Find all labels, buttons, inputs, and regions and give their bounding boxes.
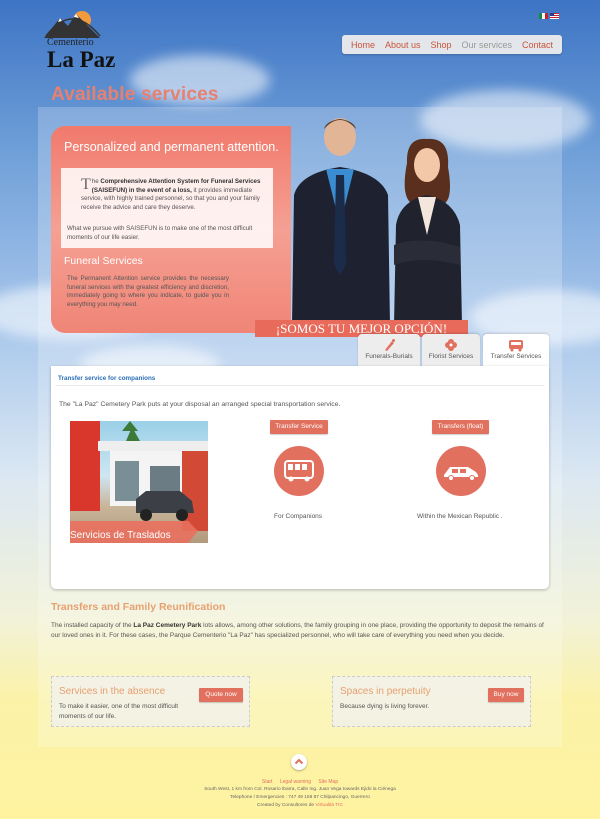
tab-funerals-burials[interactable]: Funerals-Burials [358,334,420,367]
house-car-illustration [70,421,208,543]
footer-credit: Created by Consultores de Virtualità TIC [0,803,600,808]
nav-about-us[interactable]: About us [385,40,421,50]
chevron-up-icon [294,758,304,765]
footer-link-sitemap[interactable]: Site Map [318,779,338,785]
bus-icon [284,460,314,482]
promo-box-perpetuity: Spaces in perpetuity Buy now Because dyi… [332,676,531,727]
transfer-photo [70,421,208,543]
reunification-text: The installed capacity of the La Paz Cem… [51,621,549,640]
logo-name: La Paz [47,47,116,72]
for-companions-label: For Companions [274,513,323,520]
promo-box-absence: Services in the absence Quote now To mak… [51,676,250,727]
divider [56,385,544,386]
footer-address: South West, 1 km from Col. Rosario Ibarr… [204,787,396,792]
mexico-flag-icon[interactable] [539,13,548,19]
promo-title: Services in the absence [59,686,166,697]
candle-icon [385,339,395,351]
language-switcher [539,13,559,19]
transfer-description: The "La Paz" Cemetery Park puts at your … [59,401,341,408]
promo-text: Because dying is living forever. [340,703,430,710]
nav-contact[interactable]: Contact [522,40,553,50]
car-icon [509,340,523,352]
buy-now-button[interactable]: Buy now [488,688,524,702]
page-title: Available services [51,84,219,105]
nav-shop[interactable]: Shop [430,40,451,50]
reunification-title: Transfers and Family Reunification [51,601,226,613]
transfers-float-button[interactable]: Transfers (float) [432,420,489,434]
funeral-services-text: The Permanent Attention service provides… [67,275,229,309]
tab-florist-services[interactable]: Florist Services [422,334,480,367]
drop-cap: T [81,176,91,193]
tab-label: Transfer Services [490,353,542,360]
quote-now-button[interactable]: Quote now [199,688,243,702]
site-logo[interactable]: Cementerio La Paz [42,6,132,72]
promo-title: Spaces in perpetuity [340,686,431,697]
within-mexico-label: Within the Mexican Republic . [417,513,503,520]
hero-paragraph: What we pursue with SAISEFUN is to make … [67,225,253,241]
funeral-services-heading: Funeral Services [64,255,143,267]
footer-credit-pre: Created by Consultores de [257,803,316,808]
tab-label: Florist Services [428,353,474,360]
footer-credit-link[interactable]: Virtualità TIC [315,803,343,808]
transfer-heading: Transfer service for companions [58,375,156,382]
bus-icon-circle [274,446,324,496]
promo-text: To make it easier, one of the most diffi… [59,703,179,720]
transfer-service-button[interactable]: Transfer Service [270,420,328,434]
footer-link-legal[interactable]: Legal warning [280,779,311,785]
couple-photo [292,118,462,325]
reunification-text-bold: La Paz Cemetery Park [133,622,202,629]
tab-transfer-services[interactable]: Transfer Services [483,334,549,367]
hero-intro-text: The Comprehensive Attention System for F… [81,176,267,213]
usa-flag-icon[interactable] [550,13,559,19]
hearse-icon-circle [436,446,486,496]
reunification-text-pre: The installed capacity of the [51,622,134,629]
nav-our-services[interactable]: Our services [461,40,512,50]
main-nav: Home About us Shop Our services Contact [342,35,562,54]
footer-phone: Telephone / Emergencies : 747 49 158 87 … [230,795,370,800]
mountain-sun-icon [44,11,101,38]
hearse-icon [444,467,478,481]
footer-links: Start Legal warning Site Map [0,779,600,785]
flower-icon [445,339,457,351]
scroll-to-top-button[interactable] [291,754,307,770]
hero-title: Personalized and permanent attention. [64,140,279,154]
nav-home[interactable]: Home [351,40,375,50]
footer-link-start[interactable]: Start [262,779,273,785]
photo-caption: Servicios de Traslados [70,530,171,541]
tab-label: Funerals-Burials [365,353,413,360]
